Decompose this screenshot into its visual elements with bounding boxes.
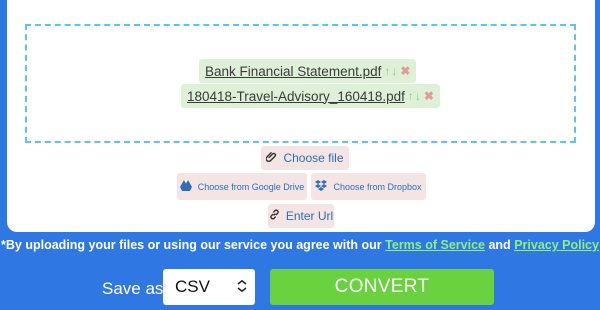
terms-notice: *By uploading your files or using our se… [0, 238, 600, 252]
close-icon[interactable]: ✖ [424, 90, 434, 102]
dropbox-label: Choose from Dropbox [333, 181, 422, 192]
notice-text: *By uploading your files or using our se… [1, 238, 382, 252]
terms-of-service-link[interactable]: Terms of Service [385, 238, 485, 252]
file-item: 180418-Travel-Advisory_160418.pdf ↑ ↓ ✖ [181, 84, 440, 108]
notice-and: and [488, 238, 511, 252]
format-select[interactable]: CSV [163, 269, 255, 305]
file-dropzone[interactable]: Bank Financial Statement.pdf ↑ ↓ ✖ 18041… [25, 24, 576, 143]
file-item: Bank Financial Statement.pdf ↑ ↓ ✖ [199, 59, 417, 83]
arrow-up-icon[interactable]: ↑ [384, 65, 390, 77]
dropbox-icon [315, 178, 328, 196]
choose-file-button[interactable]: Choose file [261, 146, 349, 170]
convert-button[interactable]: CONVERT [270, 269, 494, 305]
arrow-down-icon[interactable]: ↓ [415, 90, 421, 102]
google-drive-icon [179, 178, 192, 196]
close-icon[interactable]: ✖ [400, 65, 410, 77]
privacy-policy-link[interactable]: Privacy Policy [514, 238, 599, 252]
chevron-down-icon [237, 279, 247, 295]
google-drive-button[interactable]: Choose from Google Drive [177, 173, 307, 200]
link-icon [269, 209, 280, 223]
choose-file-label: Choose file [283, 151, 344, 165]
save-as-label: Save as [102, 279, 164, 298]
arrow-up-icon[interactable]: ↑ [408, 90, 414, 102]
google-drive-label: Choose from Google Drive [197, 181, 305, 192]
enter-url-label: Enter Url [285, 209, 334, 223]
file-name-link[interactable]: Bank Financial Statement.pdf [205, 64, 381, 79]
enter-url-button[interactable]: Enter Url [268, 204, 334, 228]
paperclip-icon [265, 151, 277, 165]
dropbox-button[interactable]: Choose from Dropbox [311, 173, 426, 200]
format-select-value: CSV [175, 277, 210, 296]
file-name-link[interactable]: 180418-Travel-Advisory_160418.pdf [187, 89, 405, 104]
arrow-down-icon[interactable]: ↓ [391, 65, 397, 77]
upload-card: Bank Financial Statement.pdf ↑ ↓ ✖ 18041… [7, 0, 595, 232]
